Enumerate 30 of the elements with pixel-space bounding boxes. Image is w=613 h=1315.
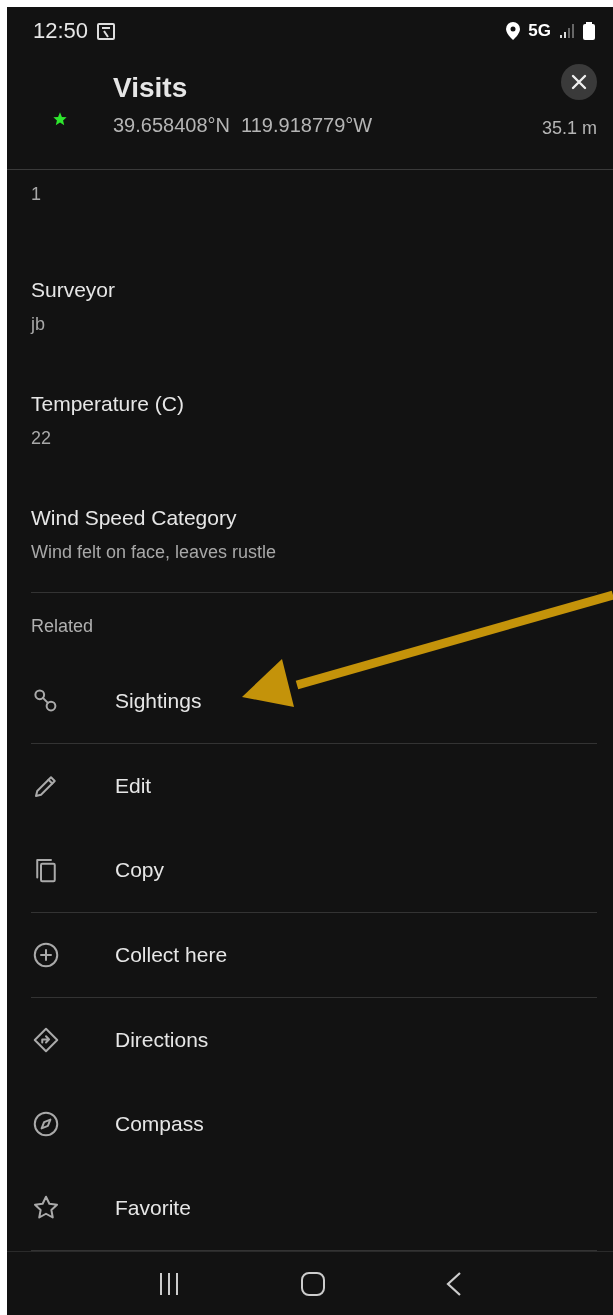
directions-icon xyxy=(31,1025,61,1055)
coordinates: 39.658408°N 119.918779°W xyxy=(113,114,374,138)
field-label: Temperature (C) xyxy=(31,392,185,417)
network-type: 5G xyxy=(528,20,551,41)
battery-icon xyxy=(583,21,595,40)
distance: 35.1 m xyxy=(541,118,597,140)
menu-item[interactable]: Compass xyxy=(31,1082,597,1166)
calendar-icon xyxy=(96,20,117,41)
menu-item[interactable]: Copy xyxy=(31,828,597,912)
field-value: 22 xyxy=(31,428,53,450)
menu-item[interactable]: Edit xyxy=(31,744,597,828)
menu-item[interactable]: Favorite xyxy=(31,1166,597,1250)
home-icon xyxy=(300,1270,326,1297)
close-button[interactable] xyxy=(561,64,597,101)
field-value: 1 xyxy=(31,184,42,206)
layer-title: Visits xyxy=(113,72,189,105)
field-value: jb xyxy=(31,314,46,335)
close-icon xyxy=(570,73,588,92)
menu-item[interactable]: Sightings xyxy=(31,659,597,743)
menu-item[interactable]: Collect here xyxy=(31,913,597,997)
field-label: Surveyor xyxy=(31,278,117,302)
plus-circle-icon xyxy=(31,940,61,970)
location-pin-icon xyxy=(506,21,521,40)
field-label: Wind Speed Category xyxy=(31,506,238,531)
signal-icon xyxy=(559,22,575,39)
field-value: Wind felt on face, leaves rustle xyxy=(31,542,278,564)
clock: 12:50 xyxy=(33,17,89,44)
section-heading: Related xyxy=(31,615,94,637)
menu-item[interactable]: Directions xyxy=(31,998,597,1082)
compass-icon xyxy=(31,1109,61,1139)
